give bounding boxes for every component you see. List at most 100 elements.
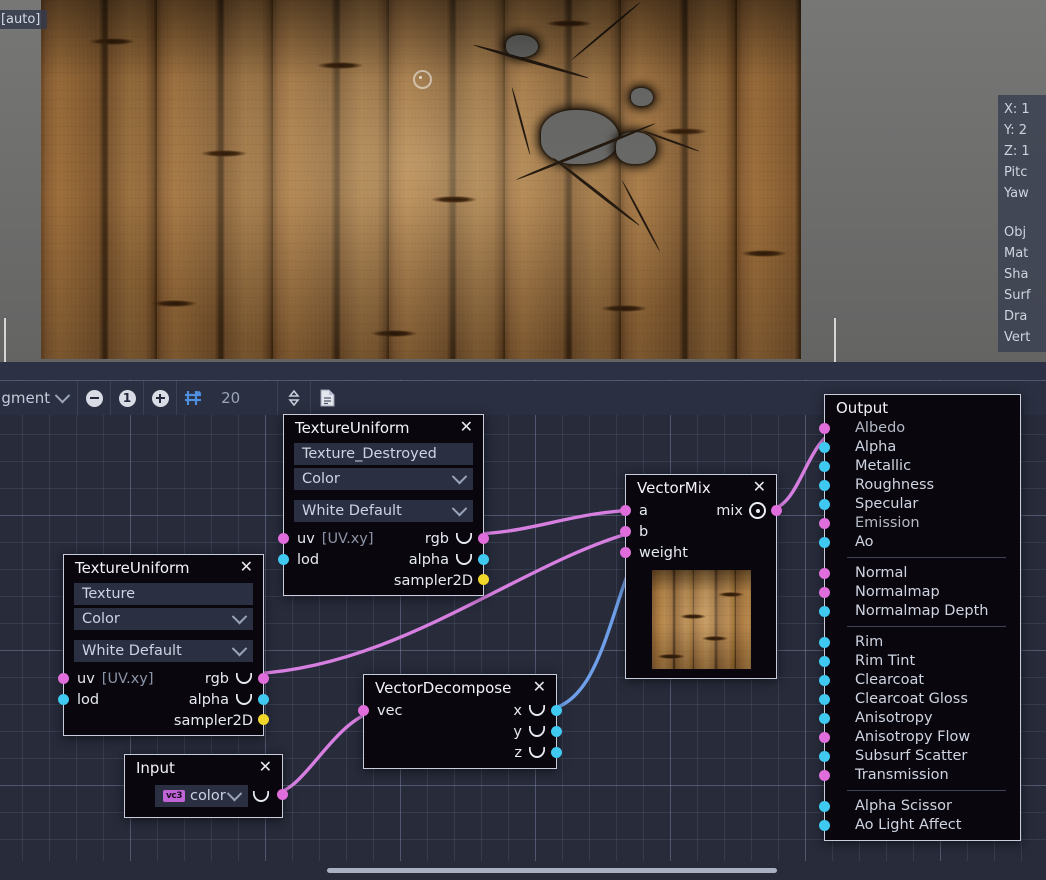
curve-expand-icon[interactable] [529,705,545,716]
output-port-row[interactable]: Alpha Scissor [825,796,1020,815]
input-port-alpha-scissor[interactable] [819,801,830,812]
output-port-rgb[interactable] [258,673,269,684]
output-port-rgb[interactable] [478,533,489,544]
port-row-a[interactable]: a mix [626,500,776,521]
curve-expand-icon[interactable] [456,554,472,565]
output-port-mix[interactable] [771,505,782,516]
output-port-row[interactable]: Emission [825,513,1020,532]
curve-expand-icon[interactable] [529,747,545,758]
output-port-row[interactable]: Subsurf Scatter [825,746,1020,765]
input-port-clearcoat-gloss[interactable] [819,694,830,705]
close-icon[interactable]: ✕ [452,421,474,436]
texture-default-select[interactable]: White Default [294,500,473,522]
input-port-a[interactable] [620,505,631,516]
input-port-anisotropy-flow[interactable] [819,732,830,743]
node-title-bar[interactable]: Output [825,395,1020,418]
input-port-emission[interactable] [819,518,830,529]
node-vector-mix[interactable]: VectorMix ✕ a mix b weight [625,474,777,679]
curve-expand-icon[interactable] [529,726,545,737]
port-row-sampler[interactable]: sampler2D [64,710,263,735]
close-icon[interactable]: ✕ [232,561,254,576]
output-port-row[interactable]: Roughness [825,475,1020,494]
output-port-z[interactable] [551,747,562,758]
input-port-subsurf-scatter[interactable] [819,751,830,762]
node-title-bar[interactable]: Input ✕ [125,755,282,780]
texture-name-field[interactable]: Texture [74,583,253,605]
output-port-row[interactable]: Anisotropy Flow [825,727,1020,746]
zoom-out-button[interactable] [78,381,110,415]
graph-horizontal-scrollbar[interactable] [0,861,1046,880]
port-row-uv[interactable]: uv [UV.xy] rgb [64,668,263,689]
output-port-row[interactable]: Normal [825,563,1020,582]
input-port-uv[interactable] [58,673,69,684]
node-output[interactable]: Output AlbedoAlphaMetallicRoughnessSpecu… [824,394,1021,841]
output-port-row[interactable]: Clearcoat Gloss [825,689,1020,708]
texture-name-field[interactable]: Texture_Destroyed [294,443,473,465]
input-port-normalmap[interactable] [819,587,830,598]
zoom-in-button[interactable] [144,381,176,415]
input-port-lod[interactable] [278,554,289,565]
input-port-clearcoat[interactable] [819,675,830,686]
output-port-row[interactable]: Rim [825,632,1020,651]
node-texture-uniform-bottom[interactable]: TextureUniform ✕ Texture Color White Def… [63,554,264,736]
input-port-vec[interactable] [358,705,369,716]
node-input[interactable]: Input ✕ vc3 color [124,754,283,818]
output-port-alpha[interactable] [478,554,489,565]
output-port-row[interactable]: Normalmap Depth [825,601,1020,620]
orbit-gizmo-icon[interactable] [413,70,432,89]
input-type-select[interactable]: vc3 color [155,785,248,807]
input-port-normalmap-depth[interactable] [819,606,830,617]
input-port-transmission[interactable] [819,770,830,781]
shader-stage-dropdown[interactable]: ragment [0,389,77,407]
curve-expand-icon[interactable] [236,673,252,684]
input-port-lod[interactable] [58,694,69,705]
input-port-rim[interactable] [819,637,830,648]
input-port-ao-light-affect[interactable] [819,820,830,831]
port-row-z[interactable]: z [364,742,556,768]
port-row-lod[interactable]: lod alpha [284,549,483,570]
port-row-uv[interactable]: uv [UV.xy] rgb [284,528,483,549]
curve-expand-icon[interactable] [236,694,252,705]
scrollbar-thumb[interactable] [327,868,777,873]
port-row-b[interactable]: b [626,521,776,542]
output-port-x[interactable] [551,705,562,716]
input-port-roughness[interactable] [819,480,830,491]
node-vector-decompose[interactable]: VectorDecompose ✕ vec x y [363,674,557,769]
texture-default-select[interactable]: White Default [74,640,253,662]
close-icon[interactable]: ✕ [745,481,767,496]
open-shader-code-button[interactable] [311,381,343,415]
output-port-alpha[interactable] [258,694,269,705]
close-icon[interactable]: ✕ [251,761,273,776]
output-port-row[interactable]: Transmission [825,765,1020,784]
output-port-row[interactable]: Albedo [825,418,1020,437]
input-port-anisotropy[interactable] [819,713,830,724]
output-port-sampler2d[interactable] [258,714,269,725]
curve-expand-icon[interactable] [456,533,472,544]
grid-snap-value[interactable]: 20 [209,389,277,407]
grid-snap-button[interactable] [177,381,209,415]
input-port-uv[interactable] [278,533,289,544]
curve-expand-icon[interactable] [253,791,269,802]
input-port-b[interactable] [620,526,631,537]
port-row-vec[interactable]: vec x [364,700,556,721]
output-port-row[interactable]: Anisotropy [825,708,1020,727]
output-port-sampler2d[interactable] [478,574,489,585]
input-port-albedo[interactable] [819,423,830,434]
eye-preview-icon[interactable] [749,502,766,519]
output-port-row[interactable]: Ao [825,532,1020,551]
output-port-row[interactable]: Rim Tint [825,651,1020,670]
port-row-lod[interactable]: lod alpha [64,689,263,710]
3d-viewport[interactable]: nal [auto] X: 1 Y: 2 Z: 1 Pitc Yaw Obj M… [0,0,1046,362]
zoom-reset-button[interactable]: 1 [111,381,143,415]
texture-type-select[interactable]: Color [294,468,473,490]
input-port-alpha[interactable] [819,442,830,453]
port-row-sampler[interactable]: sampler2D [284,570,483,595]
port-row-y[interactable]: y [364,721,556,742]
node-texture-uniform-top[interactable]: TextureUniform ✕ Texture_Destroyed Color… [283,414,484,596]
output-port-row[interactable]: Normalmap [825,582,1020,601]
input-port-normal[interactable] [819,568,830,579]
shader-graph-editor[interactable]: ragment 1 [0,362,1046,880]
port-row-weight[interactable]: weight [626,542,776,563]
node-title-bar[interactable]: VectorMix ✕ [626,475,776,500]
output-port-row[interactable]: Alpha [825,437,1020,456]
